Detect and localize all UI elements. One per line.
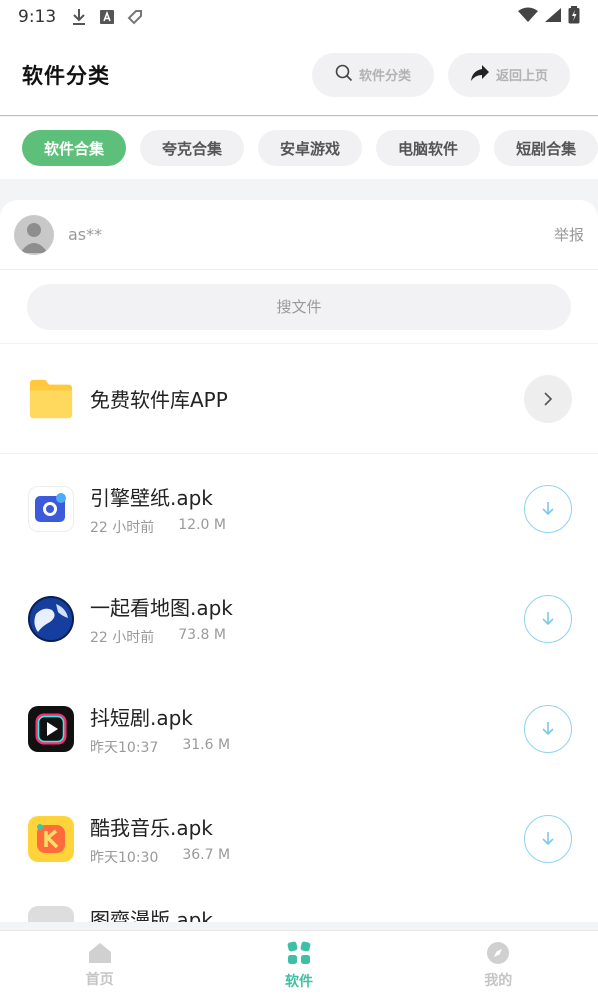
status-time: 9:13 (18, 7, 57, 27)
home-icon (88, 942, 111, 963)
file-meta: 22 小时前 73.8 M (90, 627, 524, 647)
file-name: 引擎壁纸.apk (90, 485, 213, 510)
file-name: 图齊漫版.apk (90, 908, 213, 922)
file-name: 抖短剧.apk (90, 705, 193, 730)
file-row[interactable]: 一起看地图.apk 22 小时前 73.8 M (0, 564, 598, 674)
file-text: 图齊漫版.apk (90, 894, 572, 922)
wallpaper-engine-app-icon (28, 486, 74, 532)
page-title: 软件分类 (22, 63, 110, 88)
file-meta: 昨天10:30 36.7 M (90, 847, 524, 867)
tab-short-drama[interactable]: 短剧合集 (494, 130, 598, 166)
download-arrow-icon (542, 722, 554, 736)
battery-icon (568, 5, 580, 29)
file-size: 36.7 M (182, 846, 231, 863)
file-search-wrap (0, 270, 598, 344)
file-meta: 昨天10:37 31.6 M (90, 737, 524, 757)
kuwo-music-app-icon (28, 816, 74, 862)
tab-quark-collection[interactable]: 夸克合集 (140, 130, 245, 166)
file-time: 昨天10:37 (90, 739, 159, 756)
tab-software-collection[interactable]: 软件合集 (22, 130, 127, 166)
compass-icon (487, 941, 510, 964)
file-row[interactable]: 引擎壁纸.apk 22 小时前 12.0 M (0, 454, 598, 564)
file-size: 31.6 M (182, 736, 231, 753)
report-link[interactable]: 举报 (554, 224, 584, 245)
tab-pc-software[interactable]: 电脑软件 (376, 130, 481, 166)
chevron-right-icon (544, 391, 553, 406)
share-forward-icon (470, 64, 490, 86)
nav-mine-label: 我的 (484, 972, 513, 989)
download-button[interactable] (524, 815, 572, 863)
uploader-name: as** (68, 225, 103, 244)
uploader-row: as** 举报 (0, 200, 598, 270)
app-screen: 9:13 软件分类 软件分类 返回上页 软件合集 夸克合集 安卓游戏 电脑软件 … (0, 0, 598, 998)
user-avatar-icon (20, 222, 48, 253)
download-button[interactable] (524, 705, 572, 753)
file-search-input[interactable] (27, 283, 571, 330)
file-time: 22 小时前 (90, 629, 155, 646)
open-folder-button[interactable] (524, 374, 572, 423)
status-notification-icons (70, 8, 144, 26)
file-size: 73.8 M (178, 626, 226, 643)
file-time: 昨天10:30 (90, 849, 159, 866)
file-text: 抖短剧.apk 昨天10:37 31.6 M (90, 702, 524, 757)
file-list-card: as** 举报 免费软件库APP 引擎壁纸.apk (0, 200, 598, 922)
file-text: 酷我音乐.apk 昨天10:30 36.7 M (90, 812, 524, 867)
back-button[interactable]: 返回上页 (448, 52, 570, 97)
bottom-nav: 首页 软件 我的 (0, 930, 598, 998)
file-row[interactable]: 抖短剧.apk 昨天10:37 31.6 M (0, 674, 598, 784)
header-actions: 软件分类 返回上页 (312, 52, 570, 97)
nav-mine[interactable]: 我的 (399, 931, 598, 998)
category-search-button[interactable]: 软件分类 (312, 52, 434, 97)
category-search-label: 软件分类 (358, 69, 411, 84)
download-button[interactable] (524, 485, 572, 533)
category-tabs: 软件合集 夸克合集 安卓游戏 电脑软件 短剧合集 (0, 117, 598, 179)
download-arrow-icon (542, 832, 554, 846)
download-icon (70, 8, 88, 26)
app-icon-partial (28, 906, 74, 922)
wifi-icon (518, 7, 538, 28)
tab-android-games[interactable]: 安卓游戏 (258, 130, 363, 166)
app-header: 软件分类 软件分类 返回上页 (0, 34, 598, 116)
file-text: 一起看地图.apk 22 小时前 73.8 M (90, 592, 524, 647)
tag-icon (126, 8, 144, 26)
apps-grid-icon (287, 941, 311, 964)
font-a-icon (98, 8, 116, 26)
nav-home[interactable]: 首页 (0, 931, 199, 998)
file-row[interactable]: 酷我音乐.apk 昨天10:30 36.7 M (0, 784, 598, 894)
globe-map-app-icon (28, 596, 74, 642)
folder-icon (28, 376, 74, 422)
folder-name: 免费软件库APP (90, 388, 228, 412)
file-text: 引擎壁纸.apk 22 小时前 12.0 M (90, 482, 524, 537)
folder-text: 免费软件库APP (90, 384, 524, 413)
file-name: 一起看地图.apk (90, 595, 233, 620)
status-bar: 9:13 (0, 0, 598, 34)
status-system-icons (518, 5, 580, 29)
file-size: 12.0 M (178, 516, 226, 533)
nav-software-label: 软件 (284, 973, 313, 990)
short-drama-app-icon (28, 706, 74, 752)
download-arrow-icon (542, 502, 554, 516)
nav-home-label: 首页 (85, 971, 114, 988)
download-arrow-icon (542, 612, 554, 626)
file-name: 酷我音乐.apk (90, 815, 213, 840)
back-button-label: 返回上页 (495, 69, 548, 84)
download-button[interactable] (524, 595, 572, 643)
nav-software[interactable]: 软件 (199, 931, 398, 998)
folder-row[interactable]: 免费软件库APP (0, 344, 598, 454)
file-time: 22 小时前 (90, 519, 155, 536)
file-meta: 22 小时前 12.0 M (90, 517, 524, 537)
signal-icon (544, 7, 562, 28)
file-row-partial[interactable]: 图齊漫版.apk (0, 894, 598, 922)
search-icon (335, 64, 353, 86)
avatar[interactable] (14, 214, 54, 255)
